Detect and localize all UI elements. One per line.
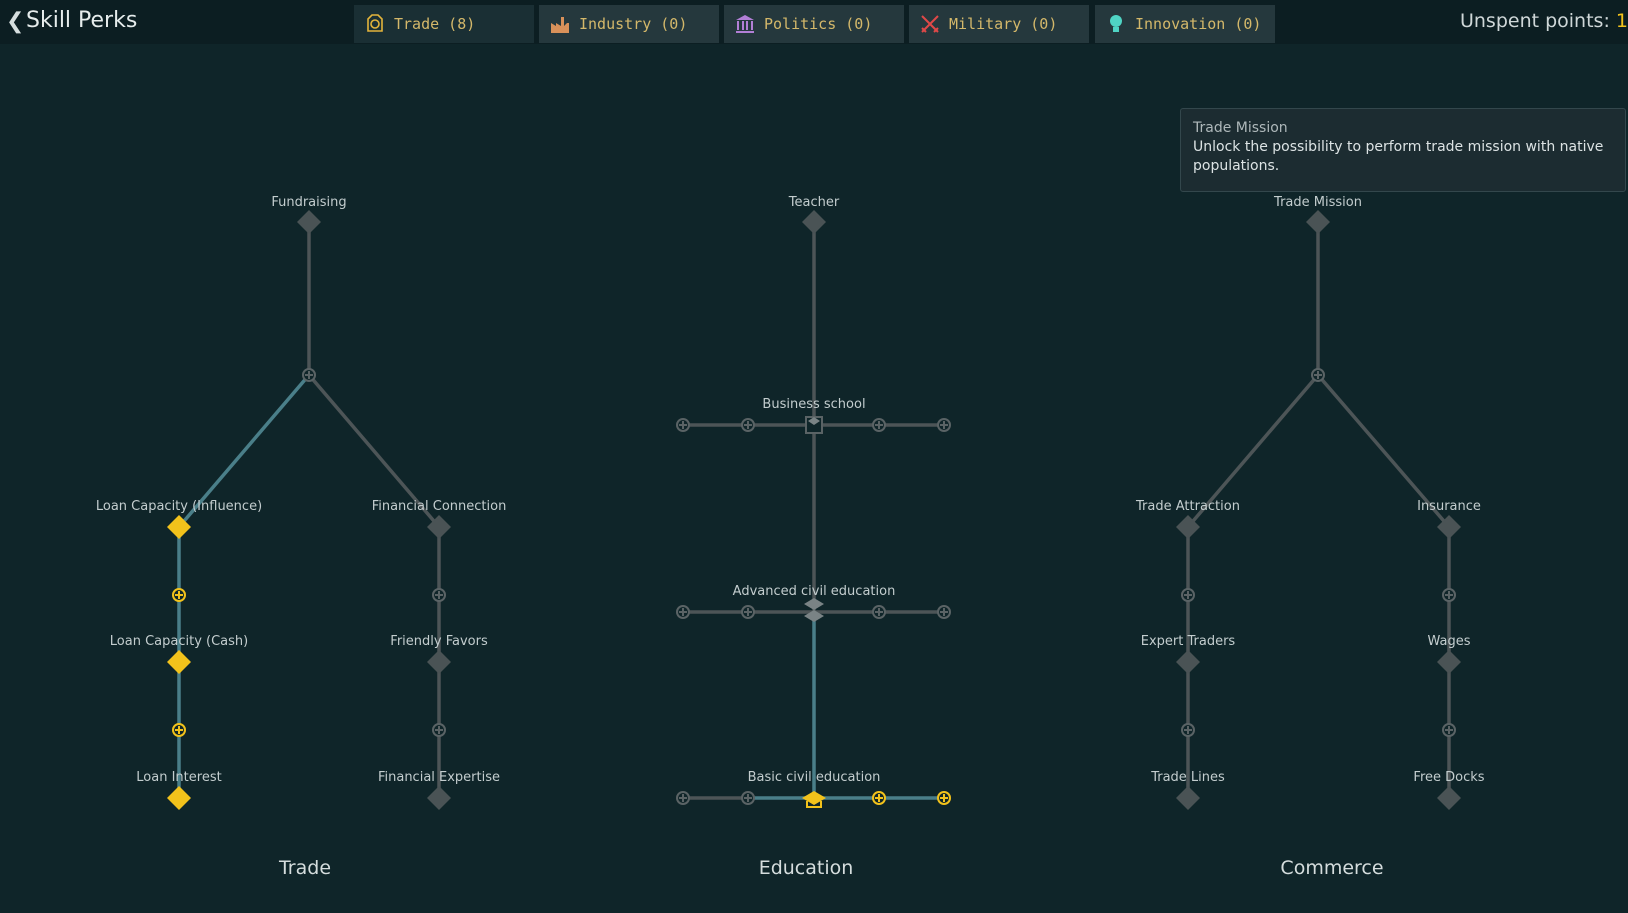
plus-junction-icon[interactable]	[937, 605, 951, 619]
perk-node-financial-expertise[interactable]	[427, 786, 451, 810]
tree-title-commerce: Commerce	[1280, 857, 1383, 879]
plus-junction-icon[interactable]	[872, 791, 886, 805]
perk-label: Financial Connection	[372, 499, 507, 514]
plus-junction-icon[interactable]	[676, 791, 690, 805]
perk-node-fundraising[interactable]	[297, 210, 321, 234]
perk-node-business-school[interactable]	[805, 416, 823, 434]
plus-junction-icon[interactable]	[741, 605, 755, 619]
perk-node-loan-cash[interactable]	[167, 650, 191, 674]
perk-label: Advanced civil education	[733, 584, 896, 599]
perk-node-trade-lines[interactable]	[1176, 786, 1200, 810]
perk-label: Wages	[1427, 634, 1470, 649]
tree-title-education: Education	[759, 857, 854, 879]
perk-label: Fundraising	[271, 195, 346, 210]
plus-junction-icon[interactable]	[741, 418, 755, 432]
plus-junction-icon[interactable]	[1442, 723, 1456, 737]
perk-label: Loan Interest	[136, 770, 221, 785]
plus-junction-icon[interactable]	[432, 588, 446, 602]
plus-junction-icon[interactable]	[302, 368, 316, 382]
plus-junction-icon[interactable]	[1442, 588, 1456, 602]
plus-junction-icon[interactable]	[172, 723, 186, 737]
perk-node-wages[interactable]	[1437, 650, 1461, 674]
perk-label: Insurance	[1417, 499, 1481, 514]
perk-node-advanced-civil[interactable]	[804, 598, 824, 622]
plus-junction-icon[interactable]	[872, 605, 886, 619]
perk-label: Loan Capacity (Influence)	[96, 499, 262, 514]
perk-label: Trade Attraction	[1135, 499, 1240, 514]
tree-links	[177, 222, 1451, 800]
perk-label: Business school	[762, 397, 865, 412]
perk-label: Friendly Favors	[390, 634, 488, 649]
perk-node-basic-civil[interactable]	[802, 791, 826, 808]
plus-junction-icon[interactable]	[676, 605, 690, 619]
perk-label: Expert Traders	[1141, 634, 1236, 649]
perk-node-friendly-favors[interactable]	[427, 650, 451, 674]
perk-label: Basic civil education	[748, 770, 881, 785]
graduation-cap-icon	[802, 791, 826, 805]
perk-label: Trade Mission	[1273, 195, 1362, 210]
perk-node-trade-mission[interactable]	[1306, 210, 1330, 234]
plus-junction-icon[interactable]	[1181, 588, 1195, 602]
graduation-cap-icon	[804, 598, 824, 610]
perk-node-expert-traders[interactable]	[1176, 650, 1200, 674]
plus-junction-icon[interactable]	[676, 418, 690, 432]
perk-label: Free Docks	[1413, 770, 1484, 785]
perk-labels: Fundraising Loan Capacity (Influence) Fi…	[96, 195, 1485, 879]
perk-label: Financial Expertise	[378, 770, 500, 785]
plus-junction-icon[interactable]	[1311, 368, 1325, 382]
perk-label: Loan Capacity (Cash)	[110, 634, 248, 649]
plus-junction-icon[interactable]	[937, 418, 951, 432]
perk-node-free-docks[interactable]	[1437, 786, 1461, 810]
tree-title-trade: Trade	[278, 857, 331, 879]
plus-junction-icon[interactable]	[432, 723, 446, 737]
plus-junction-icon[interactable]	[172, 588, 186, 602]
skill-tree-canvas: Fundraising Loan Capacity (Influence) Fi…	[96, 195, 1485, 879]
plus-junction-icon[interactable]	[937, 791, 951, 805]
perk-label: Trade Lines	[1150, 770, 1225, 785]
perk-label: Teacher	[788, 195, 840, 210]
plus-junction-icon[interactable]	[1181, 723, 1195, 737]
plus-junction-icon[interactable]	[872, 418, 886, 432]
plus-junction-icon[interactable]	[741, 791, 755, 805]
perk-node-loan-interest[interactable]	[167, 786, 191, 810]
perk-node-teacher[interactable]	[802, 210, 826, 234]
